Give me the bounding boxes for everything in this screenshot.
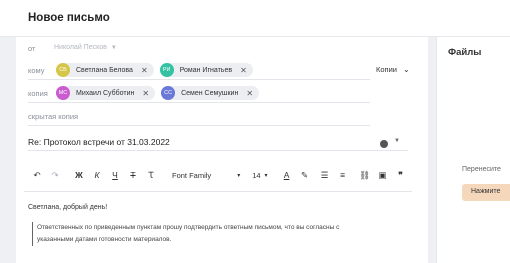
clear-format-icon[interactable]: Ꚍ xyxy=(144,168,158,182)
chevron-down-icon[interactable]: ▾ xyxy=(237,168,240,182)
font-family-select[interactable]: Font Family xyxy=(172,168,211,182)
divider xyxy=(28,79,370,80)
subject-input[interactable]: Re: Протокол встречи от 31.03.2022 xyxy=(28,137,170,147)
font-color-icon[interactable]: A xyxy=(280,168,294,182)
from-label: от xyxy=(28,44,36,53)
remove-icon[interactable]: ✕ xyxy=(142,89,149,98)
recipient-chip[interactable]: СС Семен Семушкин ✕ xyxy=(161,86,260,100)
recipient-name: Светлана Белова xyxy=(76,66,133,74)
underline-button[interactable]: Ч xyxy=(108,168,122,182)
chevron-down-icon: ▼ xyxy=(110,45,117,51)
remove-icon[interactable]: ✕ xyxy=(240,66,247,75)
remove-icon[interactable]: ✕ xyxy=(141,66,148,75)
list-icon[interactable]: ☰ xyxy=(318,168,332,182)
strikethrough-button[interactable]: Т xyxy=(126,168,140,182)
cc-recipients: МС Михаил Субботин ✕ СС Семен Семушкин ✕ xyxy=(56,86,260,100)
divider xyxy=(28,150,408,151)
quote-line: указанными датами готовности материалов. xyxy=(37,236,172,243)
files-title: Файлы xyxy=(448,47,482,58)
redo-icon[interactable]: ↷ xyxy=(48,168,62,182)
files-panel: Файлы Перенесите Нажмите xyxy=(436,37,510,263)
bcc-field[interactable]: скрытая копия xyxy=(28,112,78,121)
recipient-chip[interactable]: МС Михаил Субботин ✕ xyxy=(56,86,156,100)
divider xyxy=(28,125,370,126)
quoted-text[interactable]: Ответственных по приведенным пунктам про… xyxy=(32,222,412,246)
image-icon[interactable]: ▣ xyxy=(376,168,390,182)
copies-label: Копии xyxy=(376,65,397,74)
recipient-chip[interactable]: СБ Светлана Белова ✕ xyxy=(56,63,154,77)
highlight-icon[interactable]: ✎ xyxy=(298,168,312,182)
quote-line: Ответственных по приведенным пунктам про… xyxy=(37,224,340,231)
remove-icon[interactable]: ✕ xyxy=(246,89,253,98)
compose-window: Новое письмо от Николай Песков ▼ кому СБ … xyxy=(0,0,510,263)
cc-label: копия xyxy=(28,89,48,98)
chevron-down-icon: ⌄ xyxy=(402,65,410,74)
chevron-down-icon[interactable]: ▼ xyxy=(394,138,400,144)
page-title: Новое письмо xyxy=(28,12,110,24)
sender-select[interactable]: Николай Песков ▼ xyxy=(54,44,117,51)
recipient-name: Михаил Субботин xyxy=(76,89,135,97)
align-icon[interactable]: ≡ xyxy=(336,168,350,182)
color-dot-icon[interactable] xyxy=(380,140,388,148)
avatar: СС xyxy=(161,86,176,100)
avatar: СБ xyxy=(56,63,70,77)
copies-toggle[interactable]: Копии ⌄ xyxy=(376,65,410,74)
link-icon[interactable]: ⛓ xyxy=(358,168,372,182)
compose-form: от Николай Песков ▼ кому СБ Светлана Бело… xyxy=(16,37,428,263)
sender-name: Николай Песков xyxy=(54,44,107,51)
bold-button[interactable]: Ж xyxy=(72,168,86,182)
recipient-chip[interactable]: РИ Роман Игнатьев ✕ xyxy=(159,63,253,77)
divider xyxy=(24,191,412,192)
compose-header: Новое письмо xyxy=(0,0,510,37)
font-size-select[interactable]: 14 xyxy=(252,168,260,182)
avatar: РИ xyxy=(159,63,174,77)
to-label: кому xyxy=(28,66,45,75)
chevron-down-icon[interactable]: ▾ xyxy=(265,168,268,182)
message-greeting[interactable]: Светлана, добрый день! xyxy=(28,204,107,211)
editor-toolbar: ↶ ↷ Ж К Ч Т Ꚍ Font Family ▾ 14 ▾ A ✎ ☰ ≡… xyxy=(30,168,408,182)
avatar: МС xyxy=(56,86,70,100)
upload-button[interactable]: Нажмите xyxy=(462,184,510,201)
recipient-name: Семен Семушкин xyxy=(181,89,239,97)
recipient-name: Роман Игнатьев xyxy=(179,66,233,74)
drop-hint: Перенесите xyxy=(462,166,501,173)
italic-button[interactable]: К xyxy=(90,168,104,182)
undo-icon[interactable]: ↶ xyxy=(30,168,44,182)
to-recipients: СБ Светлана Белова ✕ РИ Роман Игнатьев ✕ xyxy=(56,63,253,77)
quote-icon[interactable]: ❞ xyxy=(394,168,408,182)
divider xyxy=(28,102,370,103)
